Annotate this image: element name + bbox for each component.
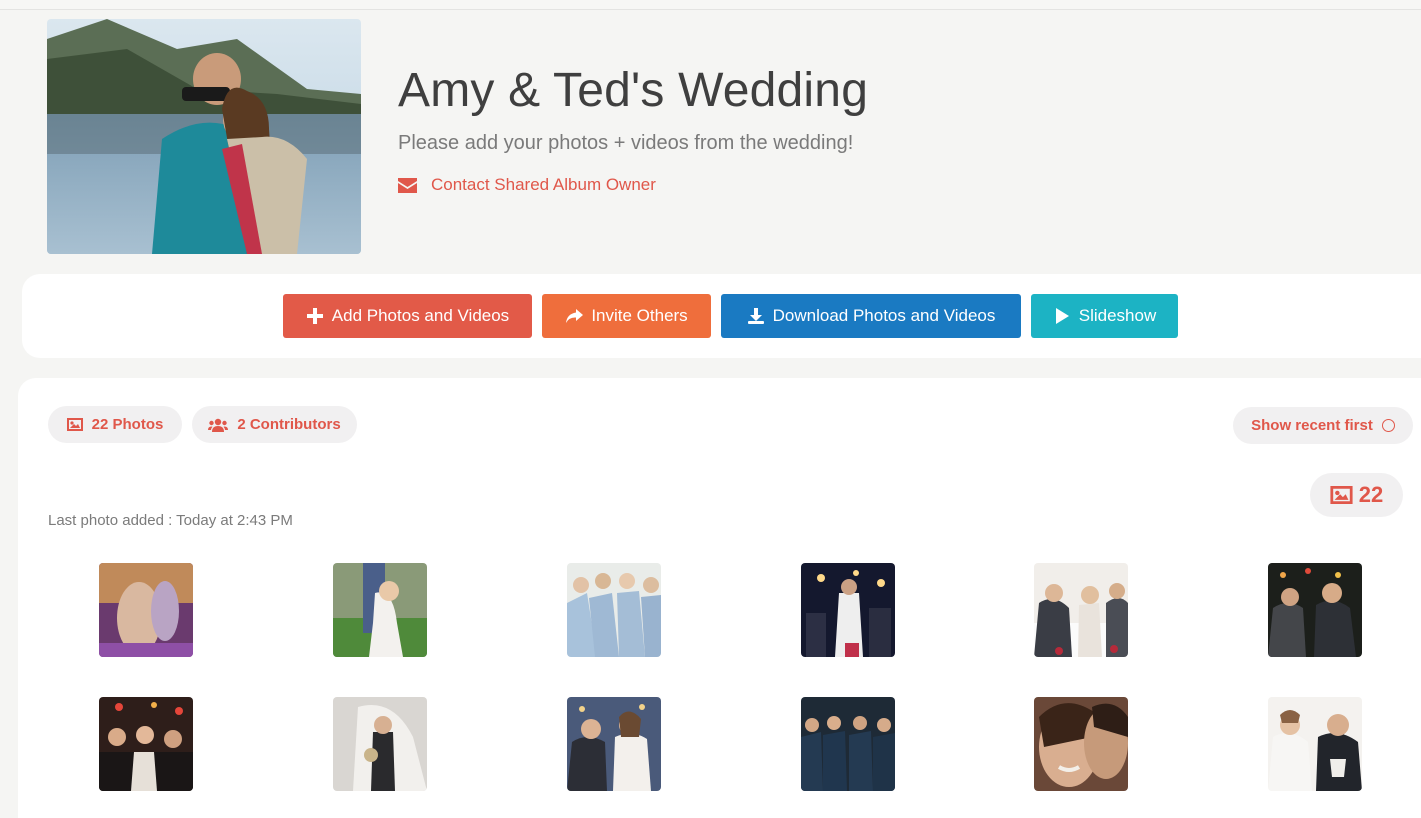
download-button[interactable]: Download Photos and Videos	[721, 294, 1021, 338]
photo-thumbnail[interactable]	[1034, 563, 1128, 657]
contributors-label: 2 Contributors	[237, 416, 341, 433]
photo-thumbnail[interactable]	[1268, 563, 1362, 657]
photo-count-badge[interactable]: 22	[1310, 473, 1403, 517]
photo-thumbnail[interactable]	[333, 563, 427, 657]
envelope-icon	[398, 177, 417, 193]
share-icon	[566, 309, 584, 323]
album-cover-photo[interactable]	[47, 19, 361, 254]
contact-owner-label: Contact Shared Album Owner	[431, 175, 656, 194]
contact-owner-link[interactable]: Contact Shared Album Owner	[398, 175, 656, 195]
album-header: Amy & Ted's Wedding Please add your phot…	[0, 11, 1421, 266]
photo-thumbnail[interactable]	[567, 563, 661, 657]
photos-count-pill[interactable]: 22 Photos	[48, 406, 182, 443]
photo-thumbnail[interactable]	[99, 563, 193, 657]
slideshow-button[interactable]: Slideshow	[1031, 294, 1178, 338]
sort-toggle[interactable]: Show recent first	[1233, 407, 1413, 444]
last-added-text: Last photo added : Today at 2:43 PM	[48, 512, 293, 529]
contributors-pill[interactable]: 2 Contributors	[192, 406, 357, 443]
plus-icon	[306, 308, 323, 324]
photo-thumbnail[interactable]	[801, 697, 895, 791]
action-bar: Add Photos and Videos Invite Others Down…	[22, 274, 1421, 358]
sort-label: Show recent first	[1251, 417, 1373, 434]
add-photos-button[interactable]: Add Photos and Videos	[283, 294, 532, 338]
photo-thumbnail[interactable]	[333, 697, 427, 791]
invite-others-label: Invite Others	[591, 306, 688, 325]
slideshow-label: Slideshow	[1078, 306, 1157, 325]
users-icon	[208, 418, 229, 432]
add-photos-label: Add Photos and Videos	[331, 306, 510, 325]
photo-thumbnail[interactable]	[99, 697, 193, 791]
image-icon	[1330, 486, 1353, 504]
photo-thumbnail[interactable]	[1268, 697, 1362, 791]
radio-circle-icon	[1381, 419, 1395, 432]
download-icon	[747, 308, 764, 324]
photos-count-label: 22 Photos	[91, 416, 164, 433]
image-icon	[66, 418, 83, 431]
album-subtitle: Please add your photos + videos from the…	[398, 132, 854, 154]
gallery-panel: 22 Photos 2 Contributors Show recent fir…	[18, 378, 1421, 818]
browser-top-edge	[0, 0, 1421, 10]
invite-others-button[interactable]: Invite Others	[542, 294, 711, 338]
photo-thumbnail[interactable]	[567, 697, 661, 791]
download-label: Download Photos and Videos	[772, 306, 996, 325]
album-title: Amy & Ted's Wedding	[398, 64, 869, 117]
play-icon	[1055, 308, 1069, 324]
photo-thumbnail[interactable]	[1034, 697, 1128, 791]
photo-thumbnail[interactable]	[801, 563, 895, 657]
photo-count-value: 22	[1358, 482, 1384, 507]
